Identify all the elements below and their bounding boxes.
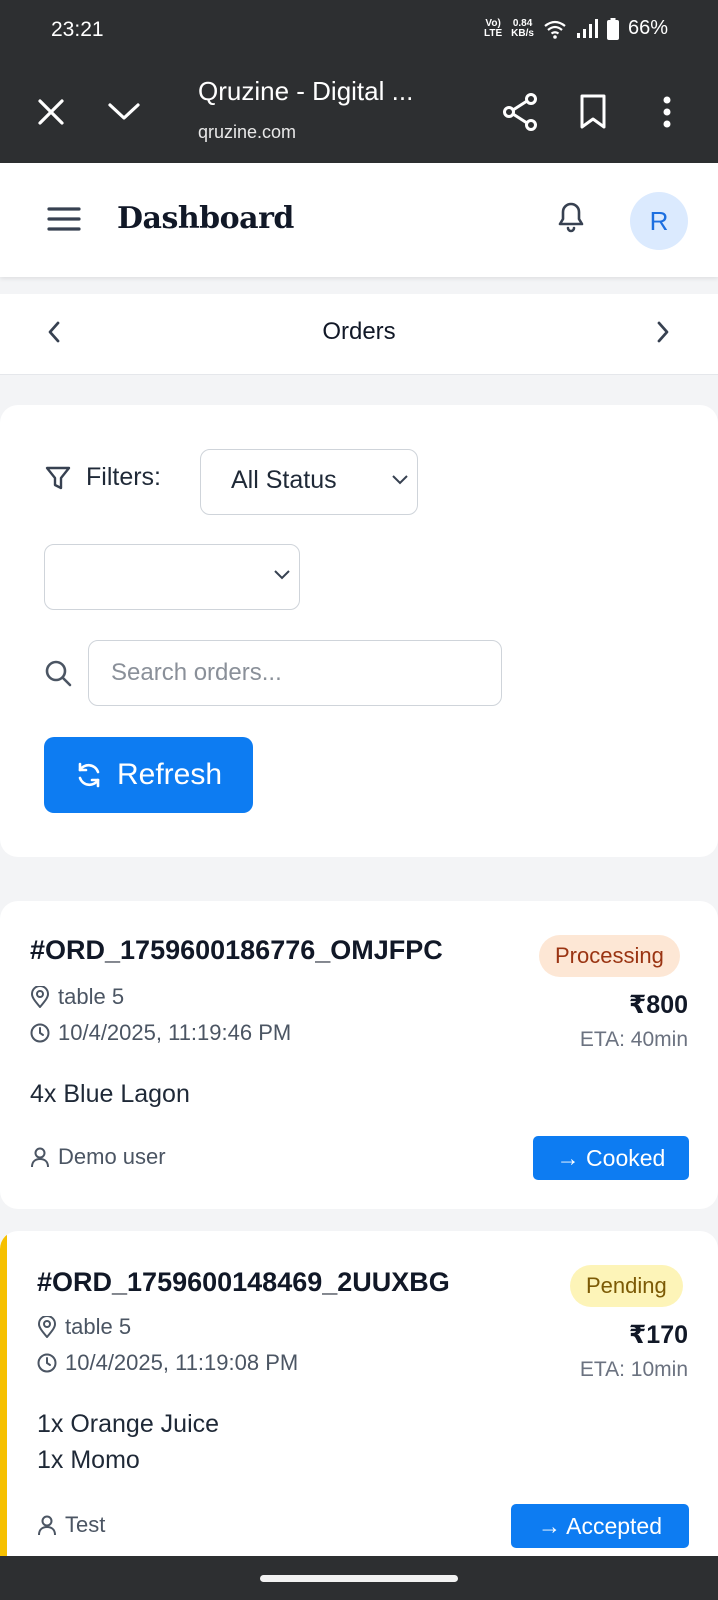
order-item: 1x Momo (37, 1446, 140, 1474)
browser-toolbar: Qruzine - Digital ... qruzine.com (0, 60, 718, 163)
filters-label: Filters: (86, 463, 161, 491)
clock-icon (30, 1023, 50, 1043)
status-select-value: All Status (231, 466, 337, 494)
refresh-label: Refresh (116, 758, 223, 791)
page-title[interactable]: Qruzine - Digital ... (198, 76, 413, 107)
status-icons: Vo) LTE 0.84 KB/s 66% (484, 17, 668, 40)
order-card[interactable]: #ORD_1759600148469_2UUXBG Pending table … (0, 1231, 718, 1576)
clock-icon (37, 1353, 57, 1373)
status-time: 23:21 (51, 18, 104, 41)
search-icon (45, 660, 72, 687)
status-badge: Processing (539, 935, 680, 977)
order-card[interactable]: #ORD_1759600186776_OMJFPC Processing tab… (0, 901, 718, 1209)
user-icon (38, 1515, 56, 1536)
status-bar: 23:21 Vo) LTE 0.84 KB/s 66% (0, 0, 718, 60)
order-user: Test (37, 1512, 105, 1538)
page-domain[interactable]: qruzine.com (198, 122, 296, 143)
filters-header: Filters: (44, 463, 161, 492)
location-pin-icon (37, 1316, 57, 1338)
app-header: Dashboard R (0, 163, 718, 277)
hamburger-menu-icon[interactable] (46, 201, 82, 237)
status-badge: Pending (570, 1265, 683, 1307)
section-title: Orders (322, 318, 396, 345)
order-table: table 5 (37, 1314, 131, 1340)
bookmark-icon[interactable] (571, 90, 615, 134)
order-id: #ORD_1759600148469_2UUXBG (37, 1267, 450, 1297)
section-nav: Orders (0, 294, 718, 375)
refresh-button[interactable]: Refresh (44, 737, 253, 813)
order-table: table 5 (30, 984, 124, 1010)
filter-icon (45, 466, 71, 489)
user-icon (31, 1147, 49, 1168)
order-datetime: 10/4/2025, 11:19:46 PM (30, 1020, 291, 1046)
signal-icon (576, 18, 598, 38)
home-gesture-handle[interactable] (260, 1575, 458, 1582)
wifi-icon (544, 20, 566, 39)
battery-icon (606, 17, 619, 40)
order-table-label: table 5 (65, 1314, 132, 1339)
close-icon[interactable] (29, 90, 73, 134)
app-title: Dashboard (117, 201, 294, 236)
lte-indicator: Vo) LTE (484, 17, 503, 39)
battery-percent: 66% (627, 17, 668, 39)
network-speed: 0.84 KB/s (511, 17, 534, 39)
more-options-icon[interactable] (645, 90, 689, 134)
order-item: 1x Orange Juice (37, 1410, 220, 1438)
order-user: Demo user (30, 1144, 166, 1170)
user-avatar[interactable]: R (630, 192, 688, 250)
filters-panel: Filters: All Status Refresh (0, 405, 718, 857)
location-pin-icon (30, 986, 50, 1008)
order-user-label: Test (65, 1512, 106, 1537)
secondary-select[interactable] (44, 544, 300, 610)
chevron-down-icon[interactable] (102, 90, 146, 134)
notification-bell-icon[interactable] (555, 198, 587, 234)
status-select[interactable]: All Status (200, 449, 418, 515)
system-nav-bar (0, 1556, 718, 1600)
order-price: ₹170 (628, 1321, 688, 1349)
order-item: 4x Blue Lagon (30, 1080, 190, 1108)
advance-status-button[interactable]: → Accepted (511, 1504, 689, 1548)
order-id: #ORD_1759600186776_OMJFPC (30, 935, 443, 965)
order-price: ₹800 (628, 991, 688, 1019)
order-table-label: table 5 (58, 984, 125, 1009)
order-eta: ETA: 10min (579, 1358, 688, 1381)
refresh-icon (78, 762, 100, 788)
order-datetime-label: 10/4/2025, 11:19:46 PM (58, 1020, 292, 1045)
search-input[interactable] (88, 640, 502, 706)
status-accent-bar (0, 1231, 7, 1576)
advance-status-button[interactable]: → Cooked (533, 1136, 689, 1180)
order-datetime: 10/4/2025, 11:19:08 PM (37, 1350, 298, 1376)
order-eta: ETA: 40min (579, 1028, 688, 1051)
chevron-down-icon (274, 570, 290, 580)
chevron-right-icon[interactable] (655, 320, 671, 344)
chevron-down-icon (392, 475, 408, 485)
share-icon[interactable] (498, 90, 542, 134)
order-user-label: Demo user (58, 1144, 166, 1169)
order-datetime-label: 10/4/2025, 11:19:08 PM (65, 1350, 299, 1375)
